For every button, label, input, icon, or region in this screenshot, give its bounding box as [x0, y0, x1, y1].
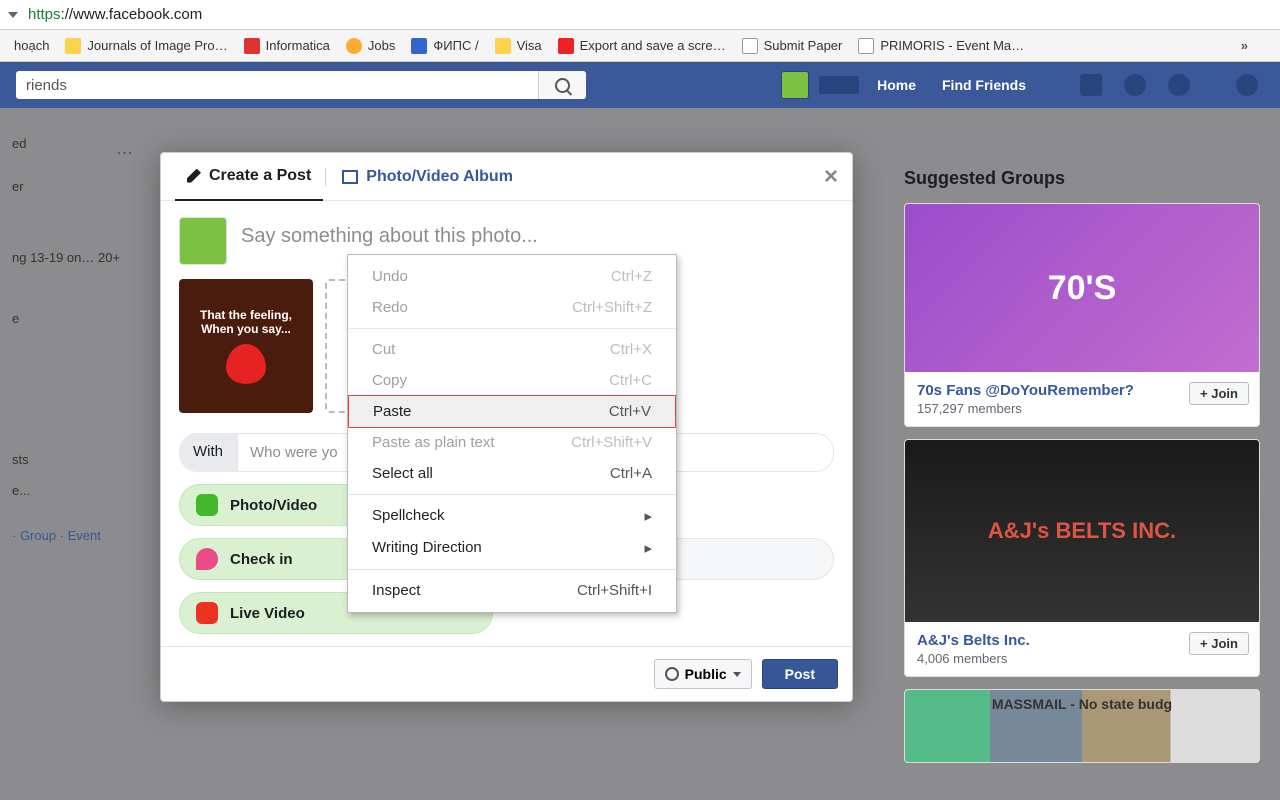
menu-item-inspect[interactable]: InspectCtrl+Shift+I [348, 575, 676, 606]
menu-item-paste-as-plain-text: Paste as plain textCtrl+Shift+V [348, 427, 676, 458]
join-button[interactable]: Join [1189, 632, 1249, 655]
modal-footer: Public Post [161, 646, 852, 701]
bookmark-item[interactable]: Jobs [338, 34, 403, 58]
pencil-icon [187, 169, 201, 183]
submenu-arrow-icon: ▸ [644, 507, 652, 525]
avatar[interactable] [781, 71, 809, 99]
search-button[interactable] [538, 71, 586, 99]
caret-down-icon [733, 672, 741, 677]
location-icon [196, 548, 218, 570]
menu-item-select-all[interactable]: Select allCtrl+A [348, 458, 676, 489]
friend-requests-icon[interactable] [1080, 74, 1102, 96]
search-icon [555, 78, 570, 93]
bookmarks-overflow[interactable]: » [1231, 38, 1258, 53]
globe-icon [665, 667, 679, 681]
help-icon[interactable] [1236, 74, 1258, 96]
site-icon [411, 38, 427, 54]
bookmarks-bar: hoạch Journals of Image Pro… Informatica… [0, 30, 1280, 62]
tab-photo-album[interactable]: Photo/Video Album [328, 168, 527, 186]
username-obscured[interactable] [819, 76, 859, 94]
rail-title: Suggested Groups [904, 168, 1260, 189]
url-dropdown-icon[interactable] [8, 12, 18, 18]
bookmark-item[interactable]: Journals of Image Pro… [57, 34, 235, 58]
bookmark-item[interactable]: Export and save a scre… [550, 34, 734, 58]
divider [325, 168, 326, 186]
live-icon [196, 602, 218, 624]
menu-item-undo: UndoCtrl+Z [348, 261, 676, 292]
site-icon [244, 38, 260, 54]
bookmark-item[interactable]: Informatica [236, 34, 338, 58]
submenu-arrow-icon: ▸ [644, 539, 652, 557]
flower-image [226, 344, 266, 384]
context-menu: UndoCtrl+ZRedoCtrl+Shift+Z CutCtrl+XCopyC… [347, 254, 677, 613]
url-text[interactable]: https://www.facebook.com [28, 6, 1272, 23]
tab-create-post[interactable]: Create a Post [175, 153, 323, 201]
photo-thumbnail[interactable]: That the feeling, When you say... [179, 279, 313, 413]
bookmark-item[interactable]: Visa [487, 34, 550, 58]
modal-header: Create a Post Photo/Video Album × [161, 153, 852, 201]
menu-item-copy: CopyCtrl+C [348, 365, 676, 396]
nav-find-friends[interactable]: Find Friends [934, 77, 1034, 93]
group-card[interactable]: 70'S 70s Fans @DoYouRemember? 157,297 me… [904, 203, 1260, 427]
menu-separator [348, 494, 676, 495]
search-input[interactable]: riends [16, 77, 538, 94]
with-label: With [179, 433, 237, 472]
folder-icon [65, 38, 81, 54]
site-icon [742, 38, 758, 54]
group-banner: MASSMAIL - No state budg [905, 690, 1259, 762]
site-icon [558, 38, 574, 54]
group-banner: 70'S [905, 204, 1259, 372]
menu-item-writing-direction[interactable]: Writing Direction▸ [348, 532, 676, 564]
bookmark-item[interactable]: PRIMORIS - Event Ma… [850, 34, 1032, 58]
close-button[interactable]: × [824, 163, 838, 191]
notifications-icon[interactable] [1168, 74, 1190, 96]
folder-icon [495, 38, 511, 54]
menu-item-paste[interactable]: PasteCtrl+V [348, 395, 676, 428]
group-banner: A&J's BELTS INC. [905, 440, 1259, 622]
privacy-selector[interactable]: Public [654, 659, 752, 689]
nav-home[interactable]: Home [869, 77, 924, 93]
messages-icon[interactable] [1124, 74, 1146, 96]
menu-item-spellcheck[interactable]: Spellcheck▸ [348, 500, 676, 532]
bookmark-item[interactable]: Submit Paper [734, 34, 851, 58]
site-icon [858, 38, 874, 54]
group-card[interactable]: A&J's BELTS INC. A&J's Belts Inc. 4,006 … [904, 439, 1260, 677]
menu-item-cut: CutCtrl+X [348, 334, 676, 365]
album-icon [342, 170, 358, 184]
menu-separator [348, 328, 676, 329]
left-sidebar: ed... er ng 13-19 on… 20+ e sts e... · G… [0, 108, 150, 571]
group-card[interactable]: MASSMAIL - No state budg [904, 689, 1260, 763]
site-icon [346, 38, 362, 54]
facebook-header: riends Home Find Friends [0, 62, 1280, 108]
bookmark-item[interactable]: ФИПС / [403, 34, 486, 58]
photo-icon [196, 494, 218, 516]
bookmark-item[interactable]: hoạch [6, 34, 57, 58]
browser-address-bar[interactable]: https://www.facebook.com [0, 0, 1280, 30]
menu-separator [348, 569, 676, 570]
menu-item-redo: RedoCtrl+Shift+Z [348, 292, 676, 323]
join-button[interactable]: Join [1189, 382, 1249, 405]
search-box[interactable]: riends [16, 71, 586, 99]
suggested-groups-rail: Suggested Groups 70'S 70s Fans @DoYouRem… [884, 152, 1280, 791]
post-button[interactable]: Post [762, 659, 838, 689]
avatar [179, 217, 227, 265]
